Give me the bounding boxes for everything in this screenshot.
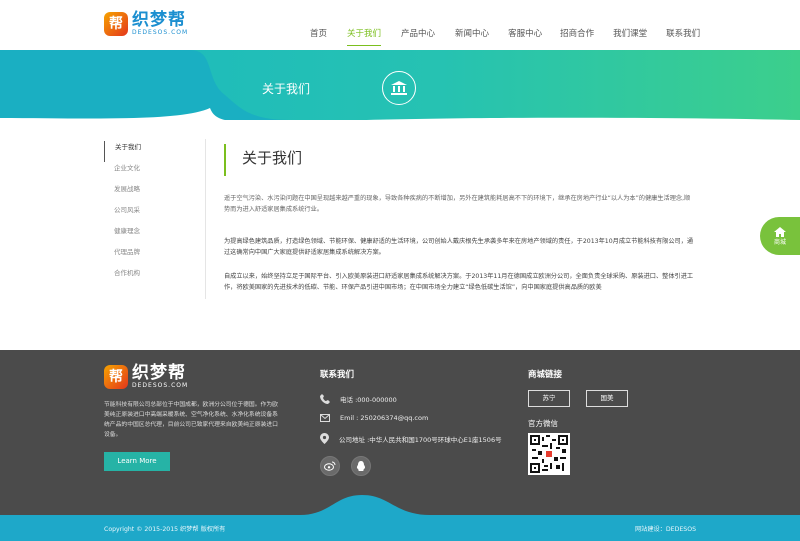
logo-name: 织梦帮 bbox=[132, 10, 186, 30]
shop-link-gome[interactable]: 国美 bbox=[586, 390, 628, 407]
qq-icon[interactable] bbox=[351, 456, 371, 476]
footer-logo-name: 织梦帮 bbox=[132, 363, 186, 383]
site-builder-text[interactable]: 网站建设：DEDESOS bbox=[635, 524, 696, 533]
sidebar-item-health[interactable]: 健康理念 bbox=[104, 225, 174, 246]
banner-title: 关于我们 bbox=[262, 82, 311, 96]
nav-classroom[interactable]: 我们课堂 bbox=[613, 27, 647, 46]
contact-address: 公司地址 :中华人民共和国1700号环球中心E1座1506号 bbox=[320, 433, 502, 444]
site-logo[interactable]: 帮 织梦帮 DEDESOS.COM bbox=[104, 11, 188, 36]
nav-home[interactable]: 首页 bbox=[310, 27, 327, 46]
sidebar-divider bbox=[205, 139, 206, 299]
learn-more-button[interactable]: Learn More bbox=[104, 452, 170, 471]
sidebar-item-strategy[interactable]: 发展战略 bbox=[104, 183, 174, 204]
contact-phone: 电话 :000-000000 bbox=[320, 394, 397, 404]
nav-news[interactable]: 新闻中心 bbox=[455, 27, 489, 46]
bank-icon bbox=[382, 71, 416, 105]
sidebar-item-culture[interactable]: 企业文化 bbox=[104, 162, 174, 183]
sidebar-menu: 关于我们 企业文化 发展战略 公司风采 健康理念 代理品牌 合作机构 bbox=[104, 141, 174, 288]
location-icon bbox=[320, 433, 329, 444]
nav-service[interactable]: 客服中心 bbox=[508, 27, 542, 46]
main-nav: 首页 关于我们 产品中心 新闻中心 客服中心 招商合作 我们课堂 联系我们 bbox=[310, 27, 700, 46]
wechat-qr-code bbox=[528, 433, 570, 475]
intro-paragraph-2: 为提高绿色建筑品质，打造绿色领域、节能环保、健康舒适的生活环境，公司创始人戴庆根… bbox=[224, 238, 694, 256]
nav-partnership[interactable]: 招商合作 bbox=[560, 27, 594, 46]
shop-float-label: 商城 bbox=[773, 238, 786, 246]
shop-link-suning[interactable]: 苏宁 bbox=[528, 390, 570, 407]
sidebar-item-gallery[interactable]: 公司风采 bbox=[104, 204, 174, 225]
phone-icon bbox=[320, 394, 330, 404]
sidebar-item-partners[interactable]: 合作机构 bbox=[104, 267, 174, 288]
mail-icon bbox=[320, 414, 330, 422]
sidebar-item-about[interactable]: 关于我们 bbox=[104, 141, 174, 162]
page-title: 关于我们 bbox=[224, 144, 302, 176]
intro-paragraph-1: 遥于空气污染、水污染问题在中国呈现越来越严重的现象，导致各种疾病的不断增加，另外… bbox=[224, 195, 691, 213]
weibo-icon[interactable] bbox=[320, 456, 340, 476]
footer-description: 节能科技有限公司总部位于中国成都，欧洲分公司位于德国。作为欧美纯正原装进口中高端… bbox=[104, 402, 278, 438]
contact-email: Emil : 250206374@qq.com bbox=[320, 414, 428, 422]
nav-contact[interactable]: 联系我们 bbox=[666, 27, 700, 46]
shop-links-title: 商城链接 bbox=[528, 370, 563, 380]
footer-logo[interactable]: 帮 织梦帮 DEDESOS.COM bbox=[104, 364, 188, 389]
nav-products[interactable]: 产品中心 bbox=[401, 27, 435, 46]
intro-paragraph-3: 自成立以来，始终坚持立足于国际平台、引入欧美原装进口舒适家居集成系统解决方案。于… bbox=[224, 273, 694, 291]
wechat-title: 官方微信 bbox=[528, 419, 558, 428]
home-icon bbox=[774, 226, 786, 237]
nav-about[interactable]: 关于我们 bbox=[347, 27, 382, 46]
logo-subtitle: DEDESOS.COM bbox=[132, 29, 189, 36]
footer-logo-subtitle: DEDESOS.COM bbox=[132, 382, 189, 389]
sidebar-item-brands[interactable]: 代理品牌 bbox=[104, 246, 174, 267]
footer-wave-decoration bbox=[0, 495, 800, 516]
contact-title: 联系我们 bbox=[320, 370, 355, 380]
header: 帮 织梦帮 DEDESOS.COM 首页 关于我们 产品中心 新闻中心 客服中心… bbox=[0, 0, 800, 50]
page-banner: 关于我们 bbox=[0, 50, 800, 120]
shop-float-button[interactable]: 商城 bbox=[760, 217, 800, 255]
logo-badge: 帮 bbox=[104, 11, 128, 36]
footer-logo-badge: 帮 bbox=[104, 364, 128, 389]
copyright-text: Copyright © 2015-2015 织梦帮 版权所有 bbox=[104, 526, 226, 533]
